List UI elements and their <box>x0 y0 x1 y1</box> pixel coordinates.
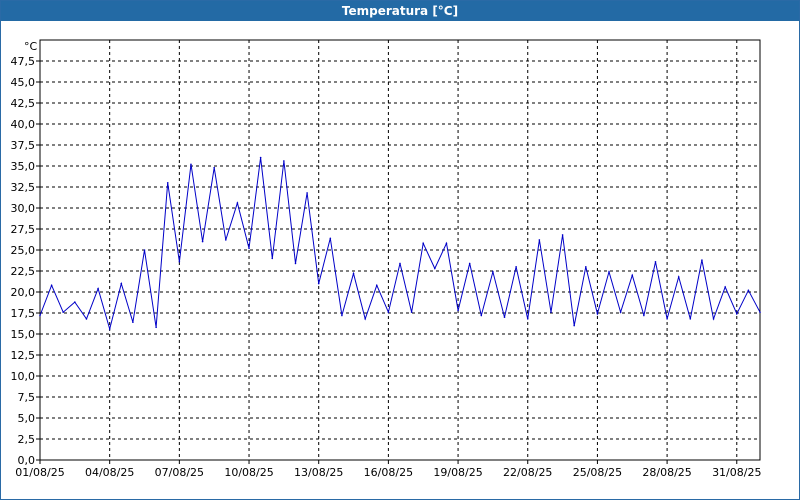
data-point <box>747 289 750 292</box>
y-tick-label: 40,0 <box>11 118 36 131</box>
data-point <box>538 239 541 241</box>
data-point <box>201 240 204 243</box>
data-point <box>492 271 494 273</box>
y-tick-label: 5,0 <box>18 412 36 425</box>
data-point <box>375 284 378 287</box>
y-tick-label: 12,5 <box>11 349 36 362</box>
data-point <box>654 260 657 263</box>
x-tick-label: 25/08/25 <box>573 466 622 479</box>
data-point <box>225 239 227 241</box>
y-tick-label: 15,0 <box>11 328 36 341</box>
data-point <box>364 318 366 320</box>
y-tick-label: 10,0 <box>11 370 36 383</box>
data-point <box>399 262 401 265</box>
data-point <box>410 311 413 313</box>
data-point <box>434 267 436 270</box>
y-tick-label: 35,0 <box>11 160 36 173</box>
data-point <box>108 328 111 330</box>
x-tick-label: 07/08/25 <box>155 466 204 479</box>
data-point <box>62 311 65 313</box>
y-tick-label: 25,0 <box>11 244 36 257</box>
data-point <box>317 282 320 285</box>
y-tick-label: 30,0 <box>11 202 36 215</box>
x-axis: 01/08/25 04/08/25 07/08/25 10/08/25 13/08/25… <box>15 460 761 479</box>
x-tick-label: 22/08/25 <box>503 466 552 479</box>
data-point <box>120 282 123 285</box>
x-tick-label: 04/08/25 <box>85 466 134 479</box>
data-point <box>306 192 308 194</box>
x-tick-label: 28/08/25 <box>642 466 691 479</box>
data-point <box>248 247 250 250</box>
data-point <box>445 242 448 245</box>
data-point <box>468 262 471 265</box>
data-point <box>759 311 761 313</box>
x-tick-label: 31/08/25 <box>712 466 761 479</box>
data-point <box>39 314 41 317</box>
y-tick-label: 37,5 <box>11 139 36 152</box>
data-point <box>155 326 157 329</box>
data-point <box>294 262 297 265</box>
x-tick-label: 01/08/25 <box>15 466 64 479</box>
y-tick-label: 17,5 <box>11 307 36 320</box>
data-point <box>74 301 76 303</box>
data-point <box>503 316 506 319</box>
x-tick-label: 16/08/25 <box>364 466 413 479</box>
data-point <box>596 313 599 315</box>
data-point <box>271 257 274 260</box>
data-point <box>213 166 215 169</box>
y-tick-label: 45,0 <box>11 76 36 89</box>
y-tick-label: 7,5 <box>18 391 36 404</box>
data-point <box>259 156 262 159</box>
data-point <box>352 272 355 275</box>
data-point <box>166 182 169 184</box>
data-point <box>585 266 587 268</box>
y-tick-label: 20,0 <box>11 286 36 299</box>
grid-lines <box>40 40 760 460</box>
data-point <box>666 318 668 320</box>
data-point <box>97 287 99 290</box>
data-point <box>422 242 425 245</box>
data-point <box>701 259 703 261</box>
data-point <box>526 318 529 320</box>
data-point <box>457 309 459 312</box>
data-point <box>236 202 239 204</box>
data-point <box>573 324 575 327</box>
data-point <box>631 274 634 277</box>
data-point <box>143 249 146 251</box>
data-point <box>283 160 285 162</box>
y-tick-label: 22,5 <box>11 265 36 278</box>
data-point <box>712 318 715 320</box>
x-tick-label: 10/08/25 <box>224 466 273 479</box>
y-axis: 0,02,55,07,510,012,515,017,520,022,525,0… <box>11 55 40 467</box>
data-point <box>190 163 192 166</box>
data-point <box>724 286 726 288</box>
y-axis-label: °C <box>24 40 38 53</box>
data-point <box>50 284 53 287</box>
temperature-chart: 0,02,55,07,510,012,515,017,520,022,525,0… <box>11 39 761 479</box>
data-point <box>689 318 692 320</box>
data-point <box>643 314 645 317</box>
x-tick-label: 13/08/25 <box>294 466 343 479</box>
data-point <box>561 234 564 236</box>
y-tick-label: 42,5 <box>11 97 36 110</box>
data-point <box>341 314 343 317</box>
x-tick-label: 19/08/25 <box>433 466 482 479</box>
data-point <box>329 237 332 240</box>
data-point <box>480 314 483 317</box>
data-point <box>619 311 622 313</box>
data-point <box>387 311 390 313</box>
y-tick-label: 32,5 <box>11 181 36 194</box>
data-point <box>550 311 552 313</box>
data-point <box>178 260 181 263</box>
data-point <box>132 321 134 324</box>
data-point <box>515 266 517 268</box>
y-tick-label: 47,5 <box>11 55 36 68</box>
data-point <box>677 276 680 278</box>
data-point <box>85 318 88 320</box>
y-tick-label: 27,5 <box>11 223 36 236</box>
data-point <box>608 271 610 273</box>
data-point <box>735 313 738 315</box>
y-tick-label: 2,5 <box>18 433 36 446</box>
